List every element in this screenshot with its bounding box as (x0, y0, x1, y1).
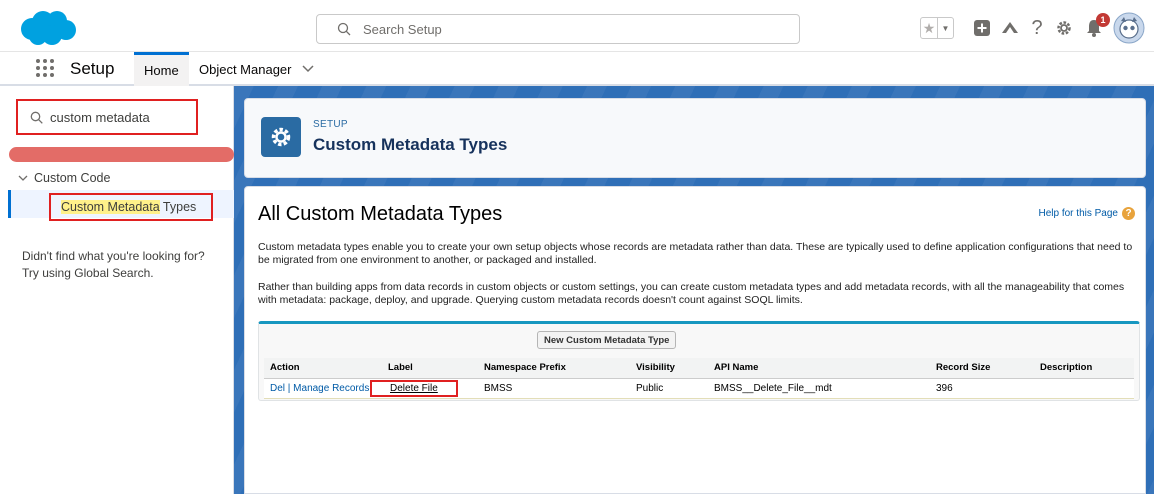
col-visibility[interactable]: Visibility (630, 358, 708, 379)
context-bar: Setup Home Object Manager (0, 52, 1154, 86)
tree-item-label-rest: Types (159, 200, 197, 214)
trailhead-button[interactable] (998, 10, 1022, 46)
global-actions-button[interactable] (970, 10, 994, 46)
col-label[interactable]: Label (382, 358, 478, 379)
tree-section-custom-code[interactable]: Custom Code (18, 171, 110, 185)
cell-description (1034, 378, 1134, 399)
not-found-message: Didn't find what you're looking for? Try… (22, 248, 222, 282)
gear-icon (1057, 21, 1071, 35)
col-action: Action (264, 358, 382, 379)
gear-icon (271, 127, 291, 147)
search-icon (337, 22, 351, 36)
star-icon[interactable]: ★ (921, 18, 938, 38)
favorites-button[interactable]: ★ ▼ (920, 17, 954, 39)
page-header: SETUP Custom Metadata Types (244, 98, 1146, 178)
plus-square-icon (974, 20, 990, 36)
col-api-name[interactable]: API Name (708, 358, 930, 379)
table-row: Del | Manage Records Delete File BMSS Pu… (264, 378, 1134, 399)
page-title: Custom Metadata Types (313, 135, 508, 154)
cell-record-size: 396 (930, 378, 1034, 399)
salesforce-logo[interactable] (18, 9, 78, 47)
notifications-button[interactable]: 1 (1082, 10, 1110, 46)
del-link[interactable]: Del (270, 383, 285, 394)
description-paragraph-2: Rather than building apps from data reco… (258, 281, 1125, 306)
notification-badge: 1 (1096, 13, 1110, 27)
main-content: SETUP Custom Metadata Types All Custom M… (234, 86, 1154, 494)
setup-gear-button[interactable] (1052, 10, 1076, 46)
setup-sidebar: Custom Code Custom Metadata Types Didn't… (0, 86, 234, 494)
metadata-types-table: Action Label Namespace Prefix Visibility… (264, 358, 1134, 399)
content-card: All Custom Metadata Types Help for this … (244, 186, 1146, 494)
help-link[interactable]: Help for this Page ? (1039, 207, 1135, 220)
tree-section-label: Custom Code (34, 171, 111, 185)
tree-item-custom-metadata-types[interactable]: Custom Metadata Types (8, 190, 234, 221)
cell-visibility: Public (630, 378, 708, 399)
chevron-down-icon (18, 175, 28, 181)
trailhead-icon (1002, 22, 1018, 33)
quick-find-input[interactable] (50, 108, 190, 126)
tab-home[interactable]: Home (134, 52, 189, 86)
help-link-label[interactable]: Help for this Page (1039, 208, 1119, 219)
user-avatar[interactable] (1112, 10, 1146, 46)
col-description[interactable]: Description (1034, 358, 1134, 379)
metadata-types-list: New Custom Metadata Type Action Label Na… (258, 321, 1140, 401)
tab-home-label: Home (144, 63, 179, 78)
not-found-line1: Didn't find what you're looking for? (22, 249, 205, 263)
not-found-line2: Try using Global Search. (22, 266, 154, 280)
tree-item-highlight-box[interactable]: Custom Metadata Types (49, 193, 213, 221)
search-icon (30, 111, 43, 124)
content-title: All Custom Metadata Types (258, 203, 503, 225)
global-search[interactable] (316, 14, 800, 44)
col-namespace-prefix[interactable]: Namespace Prefix (478, 358, 630, 379)
tab-object-manager[interactable]: Object Manager (189, 52, 324, 86)
table-header-row: Action Label Namespace Prefix Visibility… (264, 358, 1134, 379)
new-custom-metadata-type-button[interactable]: New Custom Metadata Type (537, 331, 677, 349)
search-match-highlight: Custom Metadata (61, 200, 160, 214)
action-separator: | (285, 382, 294, 394)
avatar-icon (1113, 12, 1145, 44)
cell-api-name: BMSS__Delete_File__mdt (708, 378, 930, 399)
col-record-size[interactable]: Record Size (930, 358, 1034, 379)
annotation-bar (9, 147, 234, 162)
chevron-down-icon[interactable]: ▼ (938, 18, 953, 38)
app-name: Setup (70, 59, 115, 78)
label-link[interactable]: Delete File (390, 383, 438, 394)
cell-label: Delete File (370, 378, 478, 399)
description-paragraph-1: Custom metadata types enable you to crea… (258, 241, 1133, 266)
help-icon[interactable]: ? (1026, 10, 1048, 46)
manage-records-link[interactable]: Manage Records (293, 383, 369, 394)
help-question-icon[interactable]: ? (1122, 207, 1135, 220)
cell-action: Del | Manage Records (264, 378, 382, 399)
tab-object-manager-label: Object Manager (199, 61, 292, 77)
quick-find-box[interactable] (16, 99, 198, 135)
app-launcher-icon[interactable] (34, 57, 56, 79)
global-header: ★ ▼ ? 1 (0, 0, 1154, 52)
label-highlight-box: Delete File (370, 379, 458, 397)
setup-gear-icon (261, 117, 301, 157)
global-search-input[interactable] (363, 19, 783, 39)
page-eyebrow: SETUP (313, 119, 348, 130)
cell-namespace: BMSS (478, 378, 630, 399)
chevron-down-icon[interactable] (301, 65, 314, 73)
